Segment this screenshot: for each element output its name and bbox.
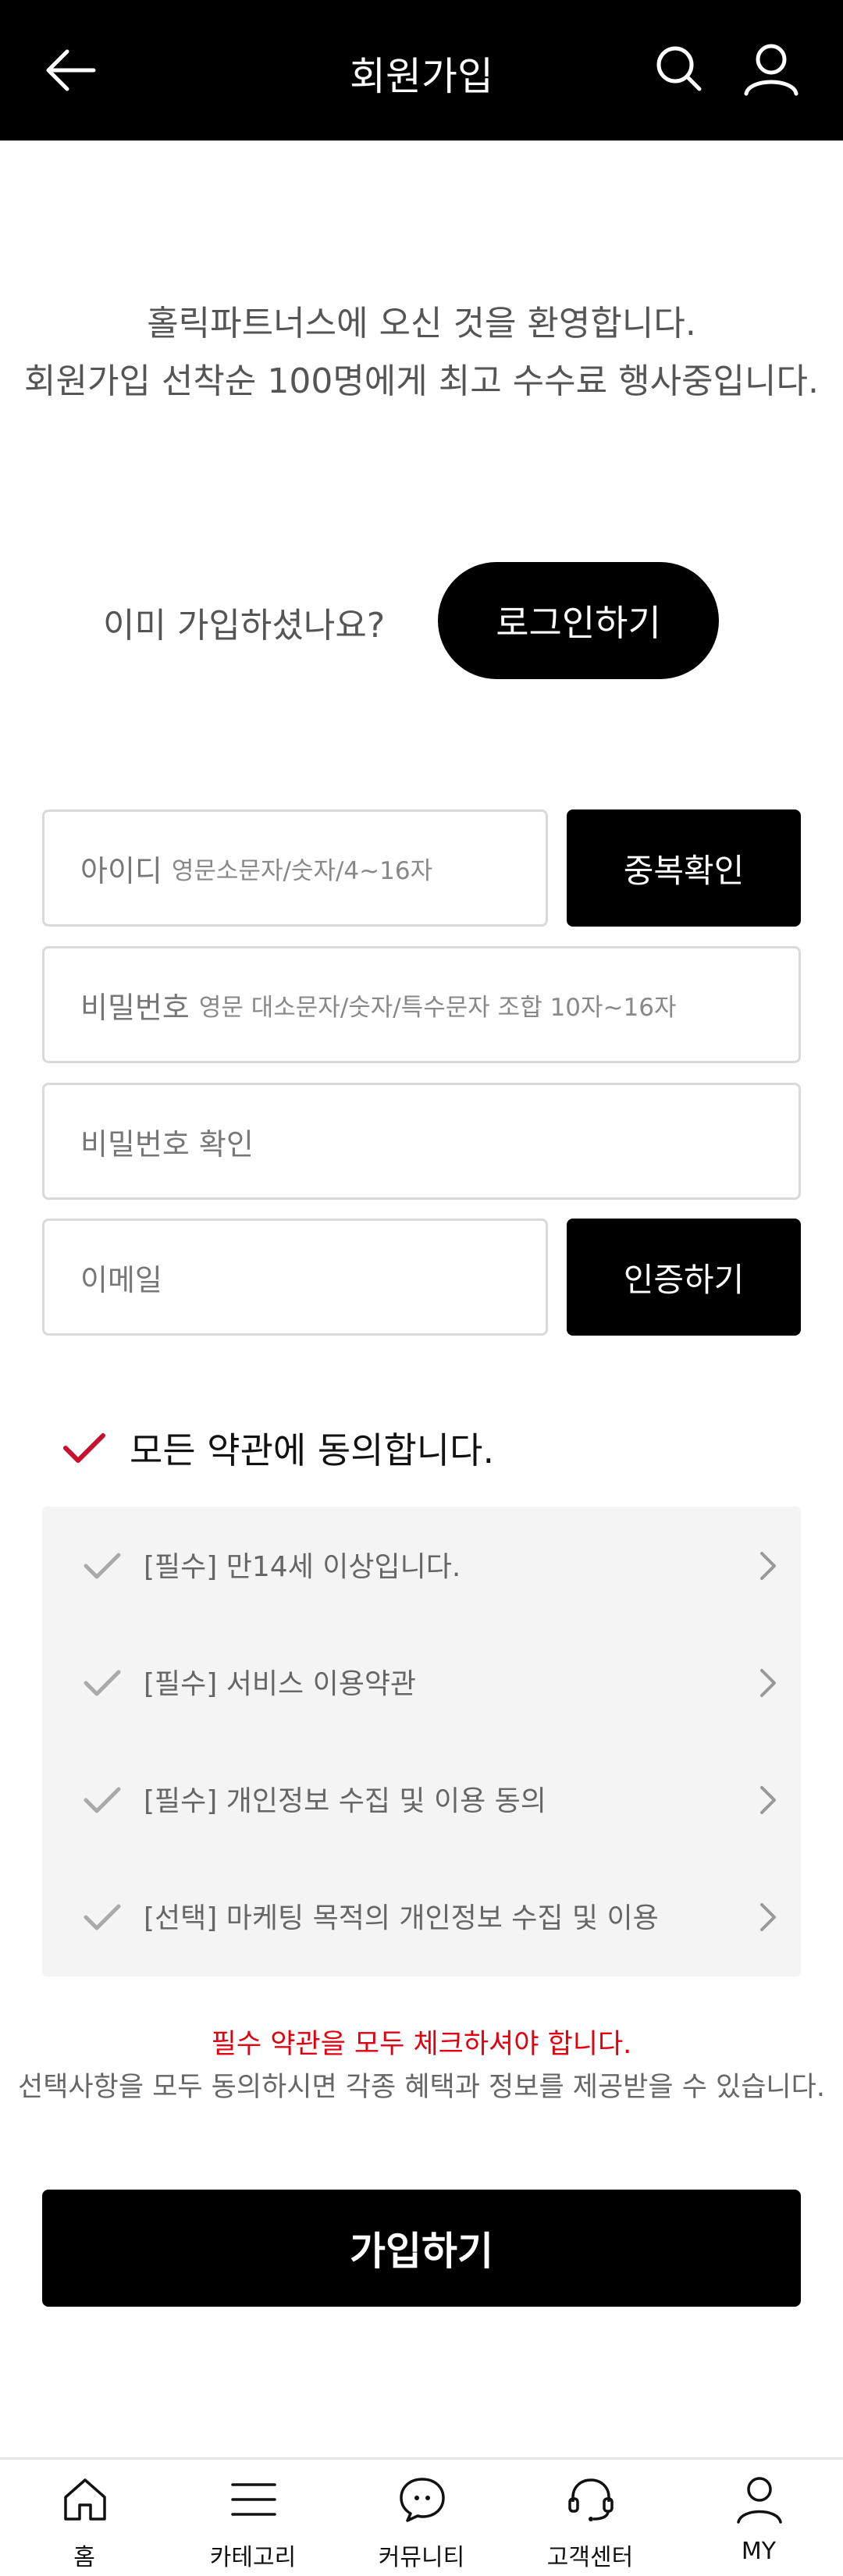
term-label: [필수] 만14세 이상입니다. (144, 1551, 461, 1583)
nav-label: 커뮤니티 (378, 2544, 465, 2571)
required-terms-notice: 필수 약관을 모두 체크하셔야 합니다. (211, 2029, 632, 2060)
term-item[interactable]: [선택] 마케팅 목적의 개인정보 수집 및 이용 (42, 1858, 801, 1975)
password-confirm-label: 비밀번호 확인 (80, 1126, 254, 1162)
nav-label: 카테고리 (209, 2544, 297, 2571)
nav-item-home[interactable]: 홈 (0, 2460, 169, 2576)
page-title: 회원가입 (350, 54, 493, 99)
term-item[interactable]: [필수] 개인정보 수집 및 이용 동의 (42, 1741, 801, 1858)
term-item[interactable]: [필수] 서비스 이용약관 (42, 1624, 801, 1741)
password-input-label: 비밀번호 (80, 990, 190, 1025)
nav-item-my[interactable]: MY (674, 2460, 843, 2576)
welcome-line-2: 회원가입 선착순 100명에게 최고 수수료 행사중입니다. (24, 361, 819, 401)
menu-icon (231, 2483, 276, 2516)
agree-all-label: 모든 약관에 동의합니다. (130, 1429, 495, 1471)
search-icon[interactable] (654, 44, 704, 94)
check-icon[interactable] (83, 1550, 122, 1580)
headset-icon (568, 2478, 614, 2521)
chevron-right-icon[interactable] (759, 1667, 777, 1699)
email-verify-button[interactable]: 인증하기 (567, 1219, 801, 1336)
password-confirm-input[interactable]: 비밀번호 확인 (42, 1083, 801, 1200)
nav-label: 고객센터 (546, 2544, 634, 2571)
email-input-label: 이메일 (80, 1262, 162, 1297)
terms-list: [필수] 만14세 이상입니다. [필수] 서비스 이용약관 [필수] 개인정보… (42, 1507, 801, 1976)
home-icon (64, 2478, 106, 2521)
already-member-text: 이미 가입하셨나요? (103, 606, 386, 646)
term-item[interactable]: [필수] 만14세 이상입니다. (42, 1507, 801, 1624)
term-label: [필수] 개인정보 수집 및 이용 동의 (144, 1785, 546, 1817)
nav-item-community[interactable]: 커뮤니티 (337, 2460, 506, 2576)
nav-item-category[interactable]: 카테고리 (169, 2460, 337, 2576)
check-icon (63, 1433, 105, 1463)
id-input-hint: 영문소문자/숫자/4~16자 (171, 856, 433, 885)
password-input[interactable]: 비밀번호 영문 대소문자/숫자/특수문자 조합 10자~16자 (42, 946, 801, 1063)
password-input-hint: 영문 대소문자/숫자/특수문자 조합 10자~16자 (198, 993, 677, 1022)
optional-terms-notice: 선택사항을 모두 동의하시면 각종 혜택과 정보를 제공받을 수 있습니다. (18, 2072, 825, 2103)
check-icon[interactable] (83, 1784, 122, 1814)
nav-label: 홈 (73, 2544, 95, 2571)
id-input-label: 아이디 (80, 853, 162, 888)
join-button[interactable]: 가입하기 (42, 2190, 801, 2307)
agree-all-checkbox[interactable]: 모든 약관에 동의합니다. (62, 1422, 494, 1474)
check-icon[interactable] (83, 1667, 122, 1697)
welcome-message: 홀릭파트너스에 오신 것을 환영합니다. 회원가입 선착순 100명에게 최고 … (0, 295, 843, 411)
bottom-navigation: 홈 카테고리 커뮤니티 고객센터 MY (0, 2457, 843, 2576)
nav-label: MY (741, 2538, 777, 2565)
email-input[interactable]: 이메일 (42, 1219, 548, 1336)
chevron-right-icon[interactable] (759, 1784, 777, 1816)
term-label: [선택] 마케팅 목적의 개인정보 수집 및 이용 (144, 1902, 659, 1934)
nav-item-customer-center[interactable]: 고객센터 (506, 2460, 674, 2576)
term-label: [필수] 서비스 이용약관 (144, 1668, 417, 1700)
app-header: 회원가입 (0, 0, 843, 141)
id-input[interactable]: 아이디 영문소문자/숫자/4~16자 (42, 809, 548, 927)
login-button[interactable]: 로그인하기 (438, 562, 719, 679)
chat-icon (400, 2478, 445, 2522)
welcome-line-1: 홀릭파트너스에 오신 것을 환영합니다. (147, 304, 696, 343)
id-duplicate-check-button[interactable]: 중복확인 (567, 809, 801, 927)
user-icon (737, 2477, 782, 2524)
chevron-right-icon[interactable] (759, 1902, 777, 1933)
chevron-right-icon[interactable] (759, 1550, 777, 1582)
check-icon[interactable] (83, 1902, 122, 1931)
user-icon[interactable] (743, 42, 799, 97)
